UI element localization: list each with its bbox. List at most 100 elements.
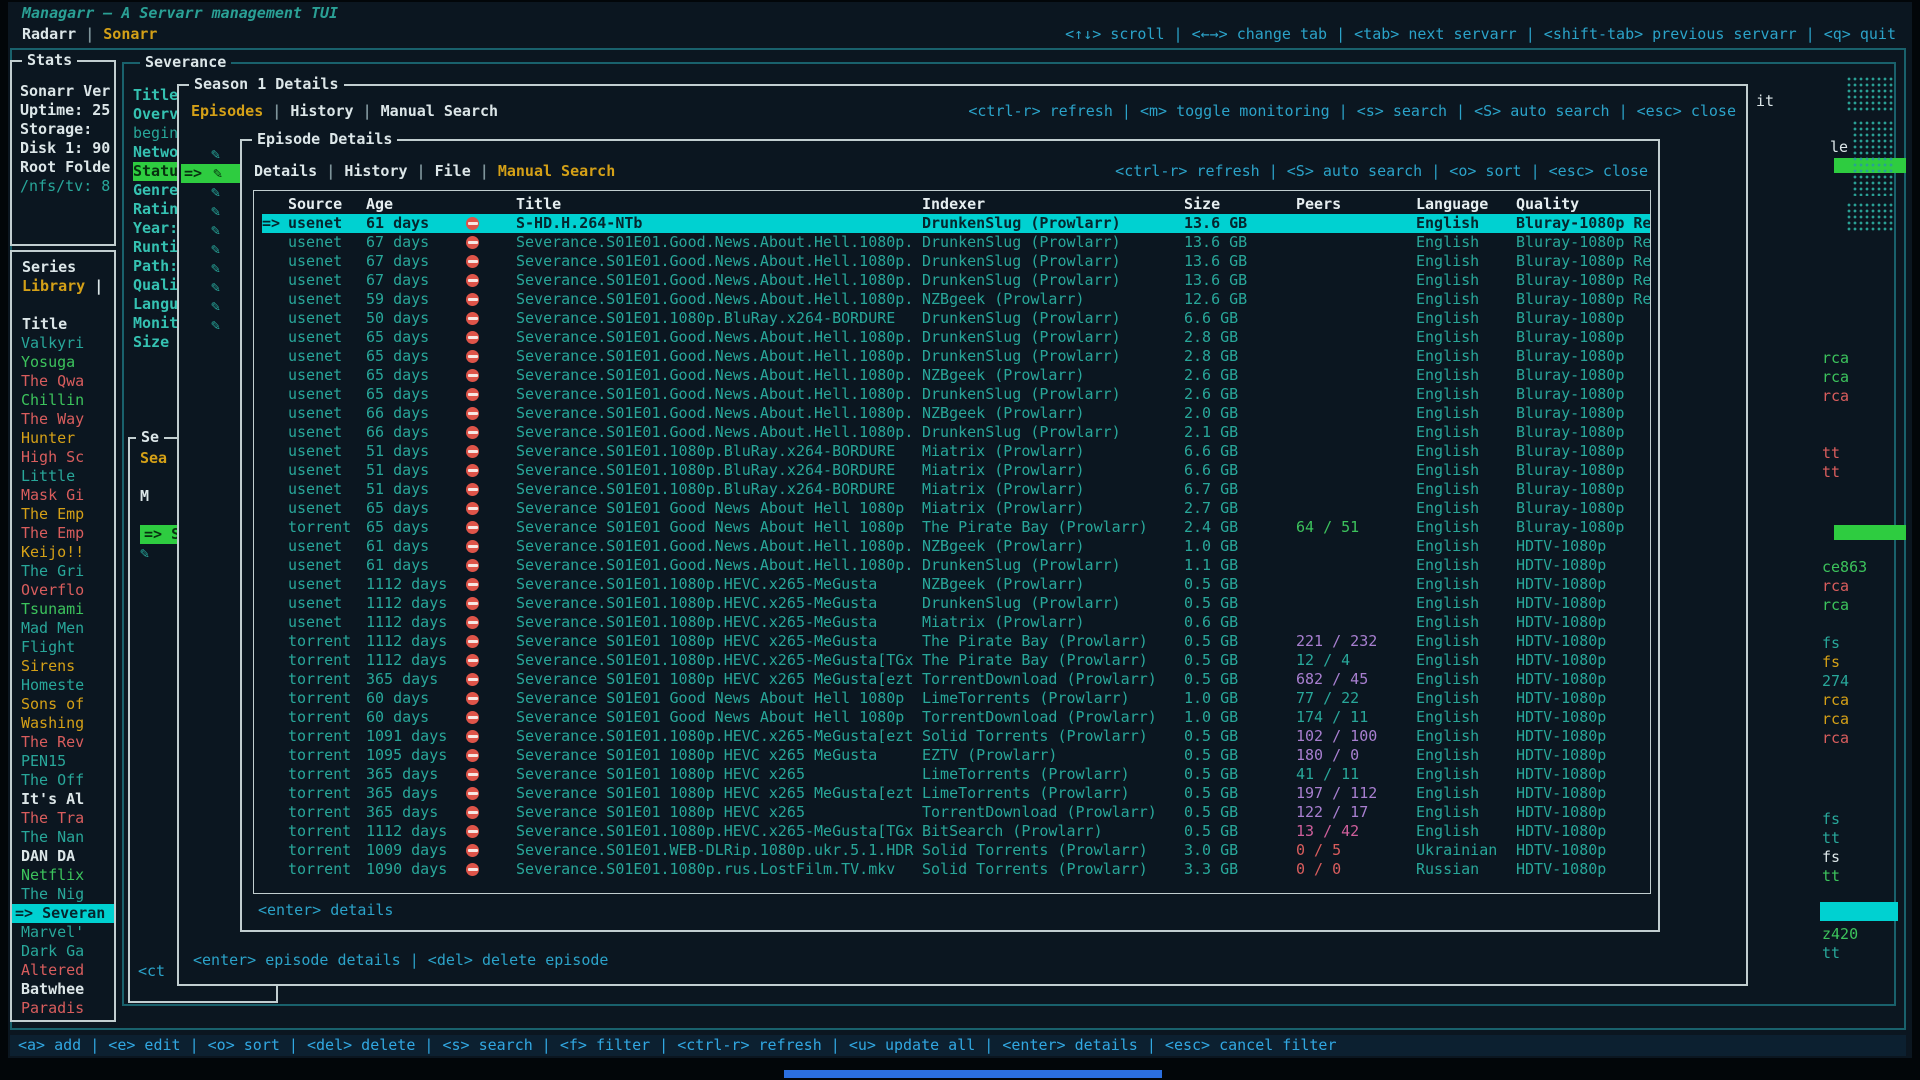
- series-list-item[interactable]: Little: [12, 467, 114, 486]
- episode-tab-label[interactable]: Details: [254, 162, 317, 180]
- episode-row[interactable]: ✎: [181, 240, 241, 259]
- series-list-item[interactable]: Washing: [12, 714, 114, 733]
- search-result-row[interactable]: usenet 67 days Severance.S01E01.Good.New…: [262, 233, 1650, 252]
- search-result-row[interactable]: torrent 65 days Severance S01E01 Good Ne…: [262, 518, 1650, 537]
- season-tab-label[interactable]: History: [290, 102, 353, 120]
- search-result-row[interactable]: torrent 1112 days Severance.S01E01.1080p…: [262, 651, 1650, 670]
- servarr-tab-label[interactable]: Sonarr: [103, 25, 157, 43]
- column-header-indexer[interactable]: Indexer: [922, 195, 1184, 214]
- search-result-row[interactable]: torrent 1112 days Severance S01E01 1080p…: [262, 632, 1650, 651]
- search-result-row[interactable]: usenet 1112 days Severance.S01E01.1080p.…: [262, 613, 1650, 632]
- search-result-row[interactable]: usenet 66 days Severance.S01E01.Good.New…: [262, 423, 1650, 442]
- season-tab-label[interactable]: Manual Search: [381, 102, 498, 120]
- series-list-item[interactable]: It's Al: [12, 790, 114, 809]
- search-result-row[interactable]: usenet 51 days Severance.S01E01.1080p.Bl…: [262, 461, 1650, 480]
- series-list-item[interactable]: Hunter: [12, 429, 114, 448]
- column-header-title[interactable]: Title: [516, 195, 922, 214]
- column-header-source[interactable]: Source: [288, 195, 366, 214]
- series-list-item[interactable]: Yosuga: [12, 353, 114, 372]
- manual-search-results-table[interactable]: Source Age Title Indexer Size Peers Lang…: [253, 190, 1651, 894]
- search-result-row[interactable]: usenet 59 days Severance.S01E01.Good.New…: [262, 290, 1650, 309]
- search-result-row[interactable]: torrent 1112 days Severance.S01E01.1080p…: [262, 822, 1650, 841]
- series-list-item[interactable]: Keijo!!: [12, 543, 114, 562]
- episode-modal-tab[interactable]: Details: [254, 162, 317, 181]
- episode-row[interactable]: ✎: [181, 316, 241, 335]
- series-list-item[interactable]: Mad Men: [12, 619, 114, 638]
- episode-modal-tab[interactable]: | History: [317, 162, 407, 181]
- series-list-item[interactable]: Altered: [12, 961, 114, 980]
- column-header-quality[interactable]: Quality: [1516, 195, 1650, 214]
- series-list-item[interactable]: Chillin: [12, 391, 114, 410]
- series-list-item[interactable]: Flight: [12, 638, 114, 657]
- search-result-row[interactable]: usenet 51 days Severance.S01E01.1080p.Bl…: [262, 480, 1650, 499]
- search-result-row[interactable]: usenet 61 days Severance.S01E01.Good.New…: [262, 537, 1650, 556]
- series-list-item[interactable]: Mask Gi: [12, 486, 114, 505]
- search-result-row[interactable]: torrent 1090 days Severance.S01E01.1080p…: [262, 860, 1650, 879]
- servarr-tab-label[interactable]: Radarr: [22, 25, 76, 43]
- series-list-item[interactable]: Valkyri: [12, 334, 114, 353]
- search-result-row[interactable]: torrent 365 days Severance S01E01 1080p …: [262, 670, 1650, 689]
- search-result-row[interactable]: usenet 1112 days Severance.S01E01.1080p.…: [262, 594, 1650, 613]
- series-list-item[interactable]: The Tra: [12, 809, 114, 828]
- episode-row[interactable]: => ✎: [181, 164, 241, 183]
- search-result-row[interactable]: usenet 67 days Severance.S01E01.Good.New…: [262, 271, 1650, 290]
- series-list-item[interactable]: Marvel': [12, 923, 114, 942]
- series-list-item[interactable]: Sirens: [12, 657, 114, 676]
- season-tab-label[interactable]: Episodes: [191, 102, 263, 120]
- episode-row[interactable]: ✎: [181, 145, 241, 164]
- season-modal-tab[interactable]: Episodes: [191, 102, 263, 121]
- series-list-item[interactable]: Dark Ga: [12, 942, 114, 961]
- series-list-item[interactable]: Tsunami: [12, 600, 114, 619]
- series-tab-library[interactable]: Library: [22, 277, 85, 295]
- episode-row[interactable]: ✎: [181, 221, 241, 240]
- episode-modal-tab[interactable]: | Manual Search: [471, 162, 616, 181]
- series-list-item[interactable]: The Emp: [12, 505, 114, 524]
- search-result-row[interactable]: usenet 65 days Severance.S01E01.Good.New…: [262, 347, 1650, 366]
- season-modal-tab[interactable]: | History: [263, 102, 353, 121]
- series-list-item[interactable]: Paradis: [12, 999, 114, 1018]
- search-result-row[interactable]: torrent 60 days Severance S01E01 Good Ne…: [262, 708, 1650, 727]
- episode-row[interactable]: ✎: [181, 297, 241, 316]
- search-result-row[interactable]: torrent 365 days Severance S01E01 1080p …: [262, 784, 1650, 803]
- series-list-item[interactable]: => Severan: [12, 904, 114, 923]
- search-result-row[interactable]: usenet 65 days Severance S01E01 Good New…: [262, 499, 1650, 518]
- search-result-row[interactable]: usenet 61 days Severance.S01E01.Good.New…: [262, 556, 1650, 575]
- series-list-item[interactable]: The Qwa: [12, 372, 114, 391]
- search-result-row[interactable]: torrent 365 days Severance S01E01 1080p …: [262, 765, 1650, 784]
- servarr-tab[interactable]: | Sonarr: [76, 25, 157, 44]
- search-result-row[interactable]: usenet 1112 days Severance.S01E01.1080p.…: [262, 575, 1650, 594]
- episode-row[interactable]: ✎: [181, 202, 241, 221]
- series-list-item[interactable]: Overflo: [12, 581, 114, 600]
- series-list-item[interactable]: The Way: [12, 410, 114, 429]
- search-result-row[interactable]: usenet 50 days Severance.S01E01.1080p.Bl…: [262, 309, 1650, 328]
- series-list-item[interactable]: High Sc: [12, 448, 114, 467]
- episode-tab-label[interactable]: Manual Search: [498, 162, 615, 180]
- search-result-row[interactable]: torrent 1091 days Severance.S01E01.1080p…: [262, 727, 1650, 746]
- episode-modal-tab[interactable]: | File: [408, 162, 471, 181]
- search-result-row[interactable]: usenet 65 days Severance.S01E01.Good.New…: [262, 328, 1650, 347]
- series-list-item[interactable]: The Emp: [12, 524, 114, 543]
- search-result-row[interactable]: torrent 1009 days Severance.S01E01.WEB-D…: [262, 841, 1650, 860]
- column-header-language[interactable]: Language: [1416, 195, 1516, 214]
- series-list-item[interactable]: PEN15: [12, 752, 114, 771]
- episode-tab-label[interactable]: History: [344, 162, 407, 180]
- series-list-item[interactable]: Netflix: [12, 866, 114, 885]
- search-result-row[interactable]: torrent 1095 days Severance S01E01 1080p…: [262, 746, 1650, 765]
- servarr-tab[interactable]: Radarr: [22, 25, 76, 44]
- search-result-row[interactable]: => usenet 61 days S-HD.H.264-NTb Drunken…: [262, 214, 1650, 233]
- search-result-row[interactable]: torrent 60 days Severance S01E01 Good Ne…: [262, 689, 1650, 708]
- series-list-item[interactable]: DAN DA: [12, 847, 114, 866]
- episode-row[interactable]: ✎: [181, 278, 241, 297]
- search-result-row[interactable]: usenet 67 days Severance.S01E01.Good.New…: [262, 252, 1650, 271]
- series-list-item[interactable]: The Nan: [12, 828, 114, 847]
- series-list-item[interactable]: The Rev: [12, 733, 114, 752]
- series-list-item[interactable]: The Nig: [12, 885, 114, 904]
- search-result-row[interactable]: usenet 65 days Severance.S01E01.Good.New…: [262, 366, 1650, 385]
- episode-row[interactable]: ✎: [181, 183, 241, 202]
- search-result-row[interactable]: torrent 365 days Severance S01E01 1080p …: [262, 803, 1650, 822]
- column-header-size[interactable]: Size: [1184, 195, 1296, 214]
- episode-tab-label[interactable]: File: [435, 162, 471, 180]
- search-result-row[interactable]: usenet 51 days Severance.S01E01.1080p.Bl…: [262, 442, 1650, 461]
- column-header-peers[interactable]: Peers: [1296, 195, 1416, 214]
- series-list-item[interactable]: The Off: [12, 771, 114, 790]
